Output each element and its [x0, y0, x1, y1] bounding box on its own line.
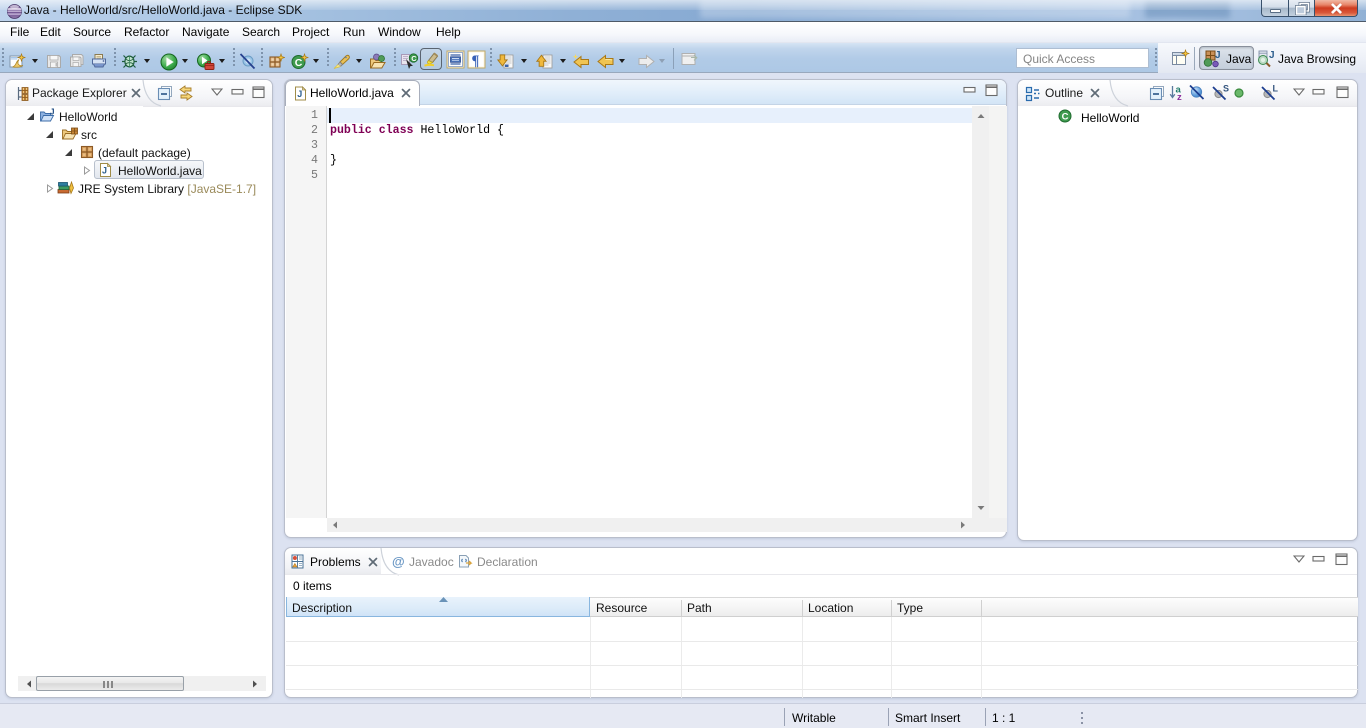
- svg-text:C: C: [411, 54, 417, 63]
- svg-text:J: J: [102, 166, 107, 176]
- svg-text:J: J: [1215, 50, 1221, 61]
- svg-text:J: J: [1269, 50, 1275, 61]
- svg-text:¶: ¶: [472, 53, 480, 69]
- svg-text:C: C: [295, 57, 303, 69]
- svg-text:L: L: [1273, 84, 1279, 94]
- svg-text:C: C: [1062, 112, 1069, 123]
- svg-text:S: S: [1223, 84, 1229, 94]
- svg-text:z: z: [1177, 92, 1182, 101]
- svg-text:J: J: [50, 108, 54, 117]
- svg-text:J: J: [297, 89, 302, 99]
